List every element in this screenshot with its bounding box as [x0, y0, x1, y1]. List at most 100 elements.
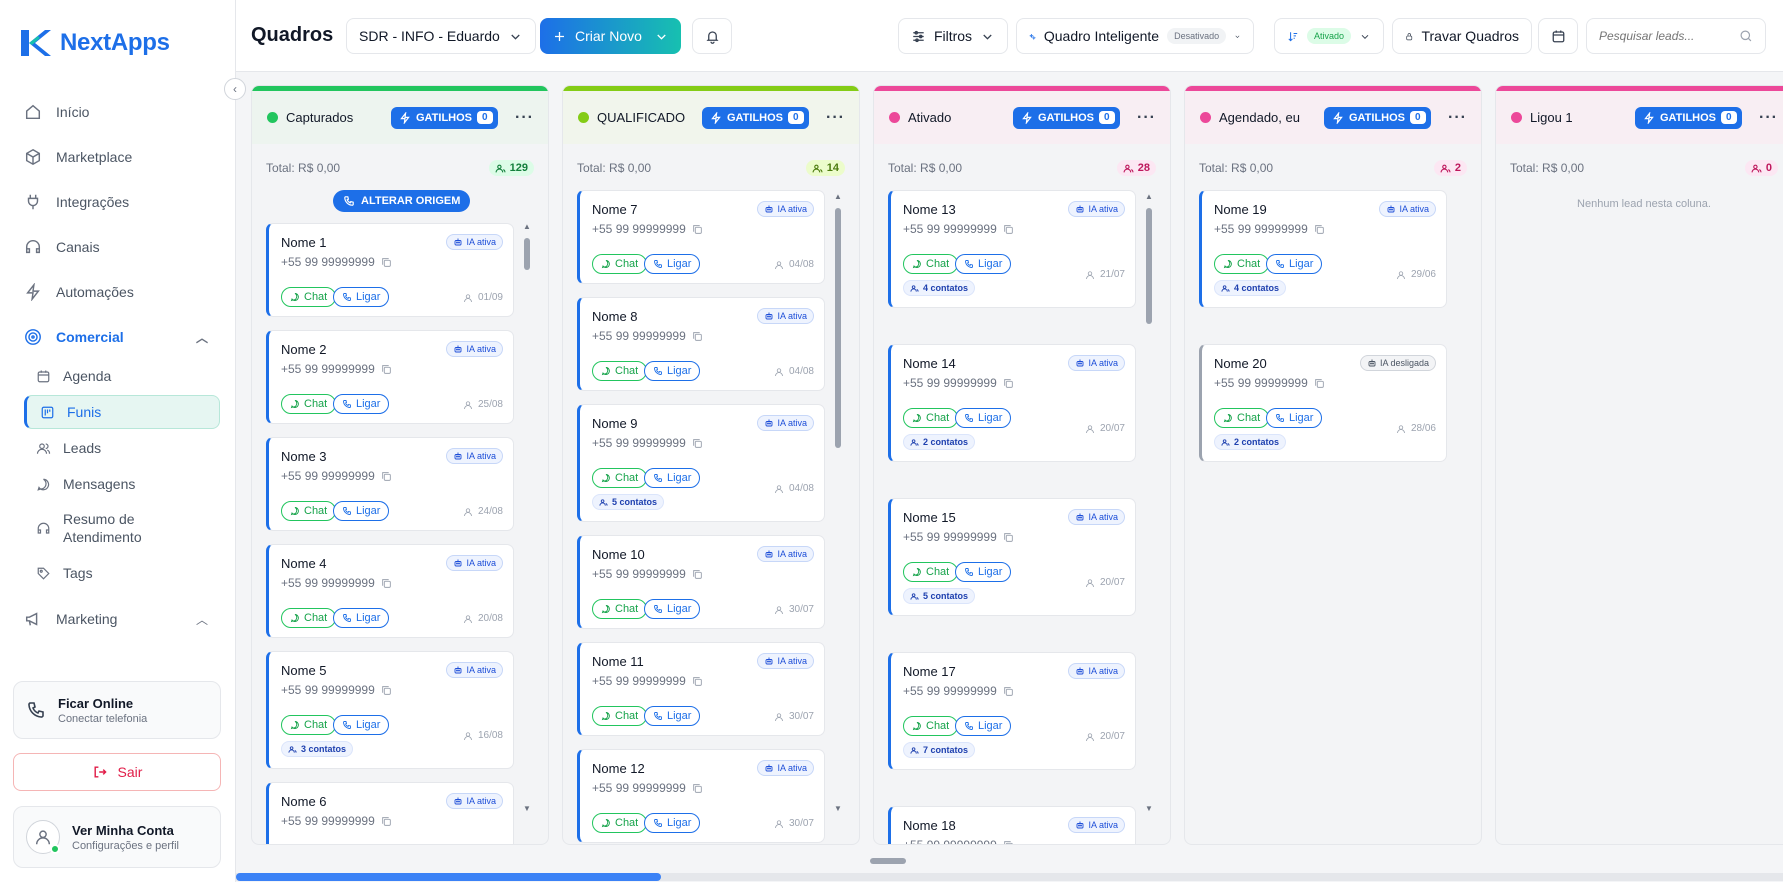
contacts-badge[interactable]: 3 contatos: [281, 741, 354, 757]
call-button[interactable]: Ligar: [955, 408, 1012, 428]
ia-status-badge[interactable]: IA ativa: [446, 341, 503, 357]
sidebar-item-mensagens[interactable]: Mensagens: [36, 476, 135, 492]
scroll-up-icon[interactable]: ▲: [1145, 192, 1153, 201]
column-scrollbar[interactable]: ▲ ▼: [1145, 192, 1153, 826]
lead-card[interactable]: Nome 9 IA ativa +55 99 99999999 Chat Ligar 5 …: [577, 404, 825, 522]
contacts-badge[interactable]: 5 contatos: [592, 494, 665, 510]
chat-button[interactable]: Chat: [281, 501, 337, 521]
column-more-icon[interactable]: ···: [515, 109, 534, 127]
ia-status-badge[interactable]: IA ativa: [1068, 509, 1125, 525]
lead-card[interactable]: Nome 7 IA ativa +55 99 99999999 Chat Ligar 04…: [577, 190, 825, 284]
ia-status-badge[interactable]: IA ativa: [1068, 201, 1125, 217]
call-button[interactable]: Ligar: [644, 254, 701, 274]
sidebar-item-agenda[interactable]: Agenda: [36, 368, 111, 384]
chat-button[interactable]: Chat: [903, 254, 959, 274]
chat-button[interactable]: Chat: [592, 599, 648, 619]
lead-card[interactable]: Nome 4 IA ativa +55 99 99999999 Chat Ligar 20…: [266, 544, 514, 638]
ia-status-badge[interactable]: IA ativa: [446, 555, 503, 571]
call-button[interactable]: Ligar: [644, 813, 701, 833]
sort-toggle[interactable]: Ativado: [1274, 18, 1384, 54]
chat-button[interactable]: Chat: [592, 813, 648, 833]
copy-icon[interactable]: [381, 685, 392, 696]
contacts-badge[interactable]: 4 contatos: [903, 280, 976, 296]
call-button[interactable]: Ligar: [644, 468, 701, 488]
chat-button[interactable]: Chat: [903, 408, 959, 428]
scroll-up-icon[interactable]: ▲: [834, 192, 842, 201]
lead-card[interactable]: Nome 6IA ativa+55 99 99999999ChatLigar: [266, 782, 514, 844]
sidebar-item-integracoes[interactable]: Integrações: [24, 190, 129, 214]
chat-button[interactable]: Chat: [592, 254, 648, 274]
lead-card[interactable]: Nome 8 IA ativa +55 99 99999999 Chat Ligar 04…: [577, 297, 825, 391]
call-button[interactable]: Ligar: [1266, 254, 1323, 274]
chat-button[interactable]: Chat: [903, 716, 959, 736]
chat-button[interactable]: Chat: [281, 608, 337, 628]
sidebar-item-tags[interactable]: Tags: [36, 565, 93, 581]
column-more-icon[interactable]: ···: [1137, 109, 1156, 127]
chat-button[interactable]: Chat: [1214, 408, 1270, 428]
sidebar-item-inicio[interactable]: Início: [24, 100, 89, 124]
copy-icon[interactable]: [1003, 686, 1014, 697]
smart-board-toggle[interactable]: Quadro Inteligente Desativado: [1016, 18, 1254, 54]
contacts-badge[interactable]: 2 contatos: [1214, 434, 1287, 450]
lead-card[interactable]: Nome 13 IA ativa +55 99 99999999 Chat Ligar 4…: [888, 190, 1136, 308]
ia-status-badge[interactable]: IA ativa: [1068, 663, 1125, 679]
lock-boards-button[interactable]: Travar Quadros: [1392, 18, 1532, 54]
copy-icon[interactable]: [692, 438, 703, 449]
lead-card[interactable]: Nome 17 IA ativa +55 99 99999999 Chat Ligar 7…: [888, 652, 1136, 770]
contacts-badge[interactable]: 5 contatos: [903, 588, 976, 604]
ia-status-badge[interactable]: IA ativa: [446, 448, 503, 464]
chat-button[interactable]: Chat: [592, 706, 648, 726]
call-button[interactable]: Ligar: [333, 287, 390, 307]
ia-status-badge[interactable]: IA ativa: [757, 653, 814, 669]
logout-button[interactable]: Sair: [13, 753, 221, 791]
lead-card[interactable]: Nome 20 IA desligada +55 99 99999999 Chat Li…: [1199, 344, 1447, 462]
chat-button[interactable]: Chat: [281, 394, 337, 414]
ia-status-badge[interactable]: IA ativa: [757, 201, 814, 217]
notifications-button[interactable]: [692, 18, 732, 54]
copy-icon[interactable]: [1003, 224, 1014, 235]
call-button[interactable]: Ligar: [644, 599, 701, 619]
sidebar-item-automacoes[interactable]: Automações: [24, 280, 134, 304]
triggers-button[interactable]: GATILHOS 0: [391, 106, 498, 129]
copy-icon[interactable]: [1314, 378, 1325, 389]
ia-status-badge[interactable]: IA ativa: [757, 308, 814, 324]
copy-icon[interactable]: [692, 783, 703, 794]
chat-button[interactable]: Chat: [281, 287, 337, 307]
board-horizontal-scrollbar[interactable]: [236, 873, 1783, 881]
chat-button[interactable]: Chat: [903, 562, 959, 582]
call-button[interactable]: Ligar: [333, 608, 390, 628]
ia-status-badge[interactable]: IA desligada: [1359, 355, 1436, 371]
search-input[interactable]: [1599, 29, 1729, 43]
search-leads[interactable]: [1586, 18, 1766, 54]
sidebar-item-funis[interactable]: Funis: [24, 395, 220, 429]
sidebar-item-leads[interactable]: Leads: [36, 440, 101, 456]
create-new-button[interactable]: Criar Novo: [540, 18, 681, 54]
account-button[interactable]: Ver Minha Conta Configurações e perfil: [13, 806, 221, 868]
contacts-badge[interactable]: 4 contatos: [1214, 280, 1287, 296]
ia-status-badge[interactable]: IA ativa: [446, 234, 503, 250]
board-select[interactable]: SDR - INFO - Eduardo: [346, 18, 536, 54]
sidebar-item-canais[interactable]: Canais: [24, 235, 100, 259]
go-online-button[interactable]: Ficar Online Conectar telefonia: [13, 681, 221, 739]
copy-icon[interactable]: [381, 471, 392, 482]
sidebar-section-comercial[interactable]: Comercial ︿: [24, 325, 208, 349]
chat-button[interactable]: Chat: [592, 361, 648, 381]
scroll-down-icon[interactable]: ▼: [1145, 804, 1153, 813]
ia-status-badge[interactable]: IA ativa: [1068, 817, 1125, 833]
triggers-button[interactable]: GATILHOS 0: [1635, 106, 1742, 129]
lead-card[interactable]: Nome 2 IA ativa +55 99 99999999 Chat Ligar 25…: [266, 330, 514, 424]
lead-card[interactable]: Nome 19 IA ativa +55 99 99999999 Chat Ligar 4…: [1199, 190, 1447, 308]
call-button[interactable]: Ligar: [333, 394, 390, 414]
copy-icon[interactable]: [381, 257, 392, 268]
lead-card[interactable]: Nome 14 IA ativa +55 99 99999999 Chat Ligar 2…: [888, 344, 1136, 462]
ia-status-badge[interactable]: IA ativa: [446, 662, 503, 678]
column-more-icon[interactable]: ···: [826, 109, 845, 127]
call-button[interactable]: Ligar: [644, 706, 701, 726]
lead-card[interactable]: Nome 5 IA ativa +55 99 99999999 Chat Ligar 3 …: [266, 651, 514, 769]
change-origin-button[interactable]: ALTERAR ORIGEM: [333, 190, 471, 212]
call-button[interactable]: Ligar: [333, 501, 390, 521]
copy-icon[interactable]: [692, 224, 703, 235]
lead-card[interactable]: Nome 18IA ativa+55 99 99999999ChatLigar2…: [888, 806, 1136, 844]
ia-status-badge[interactable]: IA ativa: [1379, 201, 1436, 217]
call-button[interactable]: Ligar: [1266, 408, 1323, 428]
